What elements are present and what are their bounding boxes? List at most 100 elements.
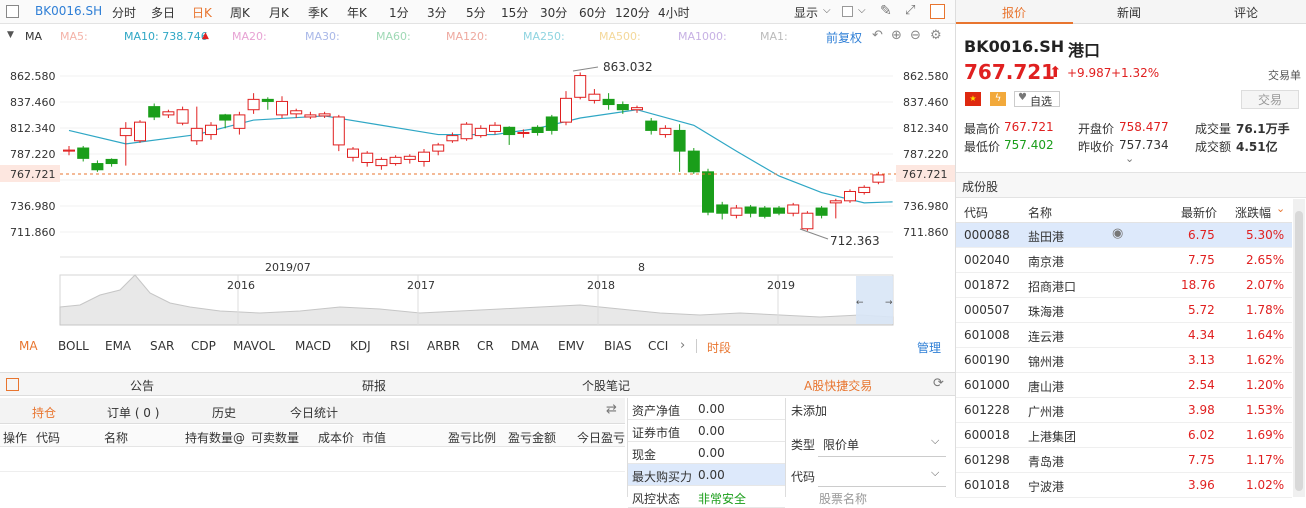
scrollbar-thumb[interactable] [1295,211,1303,491]
period-tab-3min[interactable]: 3分 [427,4,447,21]
subtab-positions[interactable]: 持仓 [32,404,56,421]
zoom-out-icon[interactable]: ⊖ [910,28,921,43]
ma20-label: MA20: [232,30,267,43]
stock-name-placeholder[interactable]: 股票名称 [819,490,867,507]
period-tab-fenshi[interactable]: 分时 [112,4,136,21]
high-annotation: 863.032 [603,60,653,74]
tab-quick-trade[interactable]: A股快捷交易 [804,377,872,394]
indicator-tab-cdp[interactable]: CDP [191,339,216,353]
eye-icon[interactable]: ◉ [1112,226,1123,241]
expand-chevron-icon[interactable]: ⌄ [1125,152,1134,165]
sort-desc-icon[interactable]: ⌄ [1276,202,1285,215]
period-tab-5min[interactable]: 5分 [466,4,486,21]
zoom-in-icon[interactable]: ⊕ [891,28,902,43]
arrow-right-icon[interactable]: → [885,298,893,308]
tab-notes[interactable]: 个股笔记 [582,377,630,394]
period-tab-15min[interactable]: 15分 [501,4,528,21]
sidebar-toggle-icon[interactable] [930,4,945,19]
quote-tab-bar: 报价 新闻 评论 [956,0,1306,24]
stat-turnover-label: 成交额 [1195,140,1232,154]
subtab-today-stats[interactable]: 今日统计 [290,404,338,421]
table-row[interactable]: 001872 招商港口 18.76 2.07% [956,273,1292,298]
indicator-tab-rsi[interactable]: RSI [390,339,410,353]
table-row[interactable]: 601000 唐山港 2.54 1.20% [956,373,1292,398]
table-row[interactable]: 601018 宁波港 3.96 1.02% [956,473,1292,498]
row-price: 7.75 [1188,253,1215,267]
tab-quote[interactable]: 报价 [1002,4,1026,21]
indicator-tab-bias[interactable]: BIAS [604,339,632,353]
indicator-tab-boll[interactable]: BOLL [58,339,89,353]
table-row[interactable]: 000088 盐田港 ◉ 6.75 5.30% [956,223,1292,248]
panel-toggle-icon[interactable] [6,5,19,18]
period-tab-weekly[interactable]: 周K [230,4,250,21]
table-row[interactable]: 601298 青岛港 7.75 1.17% [956,448,1292,473]
trade-button[interactable]: 交易 [1241,90,1299,109]
indicator-tab-ma[interactable]: MA [19,339,38,353]
row-pct: 1.78% [1246,303,1285,317]
period-tab-30min[interactable]: 30分 [540,4,567,21]
fullscreen-icon[interactable]: ⤢ [905,3,915,18]
indicator-tab-macd[interactable]: MACD [295,339,331,353]
indicator-tab-dma[interactable]: DMA [511,339,539,353]
candle-up [403,155,416,160]
period-tab-1min[interactable]: 1分 [389,4,409,21]
col-name[interactable]: 名称 [1028,204,1052,221]
indicator-tab-session[interactable]: 时段 [707,339,731,356]
adjust-mode-button[interactable]: 前复权 [826,29,862,46]
display-dropdown[interactable]: 显示 [794,4,818,21]
table-row[interactable]: 600018 上港集团 6.02 1.69% [956,423,1292,448]
col-last-price[interactable]: 最新价 [1181,204,1217,221]
undo-icon[interactable]: ↶ [872,28,883,43]
tab-news[interactable]: 新闻 [1117,4,1141,21]
subtab-orders[interactable]: 订单 ( 0 ) [107,404,159,421]
period-tab-4hour[interactable]: 4小时 [658,4,690,21]
indicator-tab-ema[interactable]: EMA [105,339,131,353]
indicator-tab-cci[interactable]: CCI [648,339,668,353]
arrow-left-icon[interactable]: ← [856,298,864,308]
period-tab-yearly[interactable]: 年K [347,4,367,21]
period-tab-monthly[interactable]: 月K [269,4,289,21]
indicator-manage-button[interactable]: 管理 [917,339,941,356]
candlestick-chart[interactable]: 767.721 767.721 862.580 837.460 812.340 … [0,45,955,330]
period-tab-daily[interactable]: 日K [192,4,212,21]
swap-icon[interactable]: ⇄ [606,402,617,417]
indicator-tab-cr[interactable]: CR [477,339,494,353]
table-row[interactable]: 601008 连云港 4.34 1.64% [956,323,1292,348]
col-change-pct[interactable]: 涨跌幅 [1235,204,1271,221]
chevron-right-icon[interactable]: › [680,338,685,353]
table-row[interactable]: 601228 广州港 3.98 1.53% [956,398,1292,423]
row-price: 4.34 [1188,328,1215,342]
subtab-history[interactable]: 历史 [212,404,236,421]
y-tick-label: 787.220 [10,148,56,161]
row-name: 上港集团 [1028,430,1077,444]
gear-icon[interactable]: ⚙ [930,28,942,43]
draw-pen-icon[interactable]: ✎ [880,3,892,19]
indicator-tab-kdj[interactable]: KDJ [350,339,371,353]
ma250-label: MA250: [523,30,565,43]
col-code[interactable]: 代码 [964,204,988,221]
period-tab-multiday[interactable]: 多日 [151,4,175,21]
toggle-checkbox[interactable] [842,6,853,17]
indicator-tab-sar[interactable]: SAR [150,339,174,353]
order-type-select[interactable]: 限价单 [823,436,859,453]
refresh-icon[interactable]: ⟳ [933,376,944,391]
indicator-tab-emv[interactable]: EMV [558,339,584,353]
tab-announcements[interactable]: 公告 [130,377,154,394]
bottom-tab-bar: 公告 研报 个股笔记 A股快捷交易 ⟳ [0,372,955,396]
tab-research[interactable]: 研报 [362,377,386,394]
candle-up [588,93,601,101]
table-row[interactable]: 000507 珠海港 5.72 1.78% [956,298,1292,323]
add-watchlist-button[interactable]: ♥ 自选 [1014,91,1060,108]
indicator-tab-mavol[interactable]: MAVOL [233,339,275,353]
table-scrollbar[interactable] [1293,199,1305,497]
period-tab-60min[interactable]: 60分 [579,4,606,21]
chevron-down-icon[interactable]: ▼ [7,30,14,40]
period-tab-120min[interactable]: 120分 [615,4,650,21]
collapse-panel-icon[interactable] [6,378,19,391]
account-status: 未添加 [791,404,828,418]
period-tab-quarterly[interactable]: 季K [308,4,328,21]
tab-comments[interactable]: 评论 [1234,4,1258,21]
table-row[interactable]: 002040 南京港 7.75 2.65% [956,248,1292,273]
table-row[interactable]: 600190 锦州港 3.13 1.62% [956,348,1292,373]
indicator-tab-arbr[interactable]: ARBR [427,339,460,353]
